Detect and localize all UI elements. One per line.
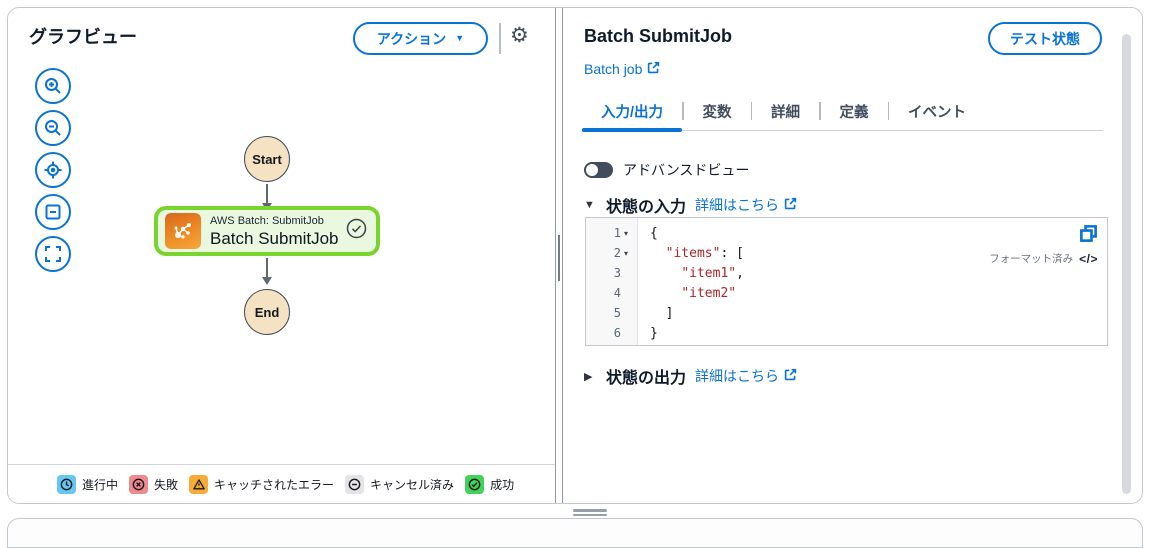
zoom-out-icon bbox=[43, 118, 63, 138]
legend-item-caught-error: キャッチされたエラー bbox=[189, 474, 335, 494]
advanced-view-row: アドバンスドビュー bbox=[584, 160, 749, 180]
code-view-toggle-icon[interactable]: </> bbox=[1079, 252, 1098, 266]
canceled-minus-icon bbox=[345, 474, 365, 494]
code-text: } bbox=[650, 325, 658, 341]
state-title: Batch SubmitJob bbox=[584, 26, 733, 46]
legend-item-succeeded: 成功 bbox=[465, 474, 515, 494]
end-node[interactable]: End bbox=[244, 289, 290, 335]
bottom-panel bbox=[7, 518, 1143, 548]
zoom-in-button[interactable] bbox=[35, 68, 71, 104]
test-state-button[interactable]: テスト状態 bbox=[988, 22, 1102, 55]
state-output-details-link[interactable]: 詳細はこちら bbox=[695, 366, 797, 386]
tab-events[interactable]: イベント bbox=[889, 92, 985, 130]
code-text: ] bbox=[650, 305, 674, 321]
copy-icon[interactable] bbox=[1079, 224, 1098, 248]
formatted-badge: フォーマット済み bbox=[989, 253, 1074, 265]
advanced-view-label: アドバンスドビュー bbox=[623, 162, 750, 178]
zoom-to-fit-button[interactable] bbox=[35, 194, 71, 230]
state-input-details-link[interactable]: 詳細はこちら bbox=[695, 195, 797, 215]
bottom-resize-handle[interactable] bbox=[573, 509, 607, 516]
panel-scrollbar[interactable] bbox=[1122, 34, 1131, 494]
status-legend: 進行中 失敗 キャッチされたエラー キャンセル済み 成功 bbox=[8, 464, 555, 503]
fullscreen-button[interactable] bbox=[35, 236, 71, 272]
failed-x-icon bbox=[129, 474, 149, 494]
external-link-icon bbox=[784, 368, 797, 384]
fold-caret-icon[interactable]: ▾ bbox=[624, 229, 633, 238]
state-input-header: ▼ 状態の入力 詳細はこちら bbox=[584, 193, 797, 217]
format-badge-row: フォーマット済み </> bbox=[989, 251, 1098, 266]
aws-batch-icon bbox=[165, 213, 201, 249]
crosshair-icon bbox=[43, 160, 63, 180]
line-number: 4 bbox=[613, 286, 621, 300]
state-input-json-viewer[interactable]: 1 ▾{2 ▾ "items": [3 "item1", 4 "item2" 5 ] 6}… bbox=[585, 217, 1108, 346]
code-line: 1 ▾ { bbox=[586, 223, 1107, 243]
tab-variables[interactable]: 変数 bbox=[684, 92, 751, 130]
legend-item-canceled: キャンセル済み bbox=[345, 474, 455, 494]
code-line: 5 ] bbox=[586, 303, 1107, 323]
batch-submitjob-node[interactable]: AWS Batch: SubmitJob Batch SubmitJob bbox=[154, 206, 380, 256]
legend-label: 成功 bbox=[490, 477, 515, 492]
graph-view-title: グラフビュー bbox=[29, 27, 137, 47]
actions-button-label: アクション bbox=[376, 30, 447, 47]
external-link-icon bbox=[647, 61, 660, 77]
state-output-title: 状態の出力 bbox=[606, 370, 687, 387]
legend-label: キャンセル済み bbox=[370, 477, 455, 492]
in-progress-clock-icon bbox=[57, 474, 76, 494]
end-node-label: End bbox=[254, 304, 280, 320]
settings-gear-icon[interactable]: ⚙ bbox=[510, 25, 529, 46]
zoom-in-icon bbox=[43, 76, 63, 96]
detail-tabs: 入力/出力 変数 詳細 定義 イベント bbox=[582, 92, 1103, 132]
node-service-label: AWS Batch: SubmitJob bbox=[210, 214, 324, 227]
center-graph-button[interactable] bbox=[35, 152, 71, 188]
line-number: 3 bbox=[613, 266, 621, 280]
frame-minus-icon bbox=[43, 202, 63, 222]
line-number: 5 bbox=[613, 306, 621, 320]
succeeded-check-icon bbox=[465, 474, 485, 494]
external-link-icon bbox=[784, 197, 797, 213]
graph-view-panel: グラフビュー アクション ▼ ⚙ Start AWS Batch: Submit… bbox=[8, 8, 556, 503]
warning-triangle-icon bbox=[189, 474, 209, 494]
batch-job-link[interactable]: Batch job bbox=[584, 61, 660, 77]
advanced-view-toggle[interactable] bbox=[584, 162, 613, 178]
code-text: "items": [ bbox=[665, 245, 744, 261]
legend-item-failed: 失敗 bbox=[129, 474, 179, 494]
legend-label: 進行中 bbox=[82, 477, 119, 492]
code-lines: 1 ▾{2 ▾ "items": [3 "item1", 4 "item2" 5 ] 6} bbox=[586, 218, 1107, 343]
caret-down-icon: ▼ bbox=[455, 33, 465, 43]
code-line: 4 "item2" bbox=[586, 283, 1107, 303]
start-node[interactable]: Start bbox=[244, 136, 290, 182]
state-details-panel: Batch SubmitJob テスト状態 Batch job 入力/出力 変数… bbox=[562, 8, 1142, 503]
code-text: "item2" bbox=[681, 285, 737, 301]
collapse-caret-icon[interactable]: ▼ bbox=[584, 199, 597, 211]
state-output-header: ▶ 状態の出力 詳細はこちら bbox=[584, 364, 797, 388]
code-line: 6} bbox=[586, 323, 1107, 343]
expand-corners-icon bbox=[43, 244, 63, 264]
line-number: 1 bbox=[613, 226, 621, 240]
line-number: 2 bbox=[613, 246, 621, 260]
code-text: { bbox=[650, 225, 658, 241]
node-check-icon bbox=[346, 218, 367, 244]
tab-details[interactable]: 詳細 bbox=[752, 92, 819, 130]
legend-item-in-progress: 進行中 bbox=[57, 474, 119, 494]
zoom-out-button[interactable] bbox=[35, 110, 71, 146]
expand-caret-icon[interactable]: ▶ bbox=[584, 370, 597, 383]
tab-definition[interactable]: 定義 bbox=[821, 92, 888, 130]
start-node-label: Start bbox=[252, 151, 282, 167]
header-divider bbox=[499, 23, 501, 54]
code-line: 3 "item1", bbox=[586, 263, 1107, 283]
code-text: "item1", bbox=[681, 265, 744, 281]
legend-label: キャッチされたエラー bbox=[214, 477, 335, 492]
line-number: 6 bbox=[613, 326, 621, 340]
tab-input-output[interactable]: 入力/出力 bbox=[582, 92, 683, 132]
fold-caret-icon[interactable]: ▾ bbox=[624, 249, 633, 258]
edge-node-to-end bbox=[262, 258, 272, 285]
node-title: Batch SubmitJob bbox=[210, 228, 339, 248]
node-labels: AWS Batch: SubmitJob Batch SubmitJob bbox=[210, 214, 346, 249]
legend-label: 失敗 bbox=[154, 477, 179, 492]
workflow-studio-card: グラフビュー アクション ▼ ⚙ Start AWS Batch: Submit… bbox=[7, 7, 1143, 504]
actions-button[interactable]: アクション ▼ bbox=[353, 22, 488, 55]
state-input-title: 状態の入力 bbox=[606, 199, 687, 216]
